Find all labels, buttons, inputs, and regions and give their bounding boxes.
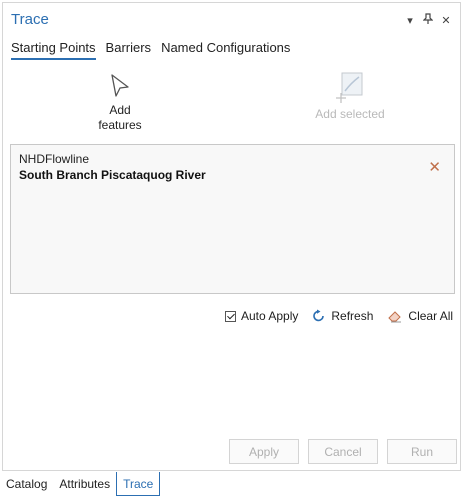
tab-strip: Starting Points Barriers Named Configura… bbox=[11, 40, 290, 60]
auto-apply-checkbox[interactable]: Auto Apply bbox=[225, 309, 298, 323]
tab-trace[interactable]: Trace bbox=[116, 472, 161, 496]
pane-controls: ▾ ✕ bbox=[404, 13, 452, 27]
feature-name: South Branch Piscataquog River bbox=[19, 168, 206, 182]
pin-icon[interactable] bbox=[422, 13, 434, 27]
cancel-button[interactable]: Cancel bbox=[308, 439, 378, 464]
pane-title: Trace bbox=[11, 11, 49, 28]
run-button[interactable]: Run bbox=[387, 439, 457, 464]
add-selected-icon bbox=[336, 72, 363, 103]
auto-apply-label: Auto Apply bbox=[241, 309, 299, 323]
tab-attributes[interactable]: Attributes bbox=[53, 473, 116, 495]
starting-points-list: NHDFlowline South Branch Piscataquog Riv… bbox=[10, 144, 455, 294]
apply-button[interactable]: Apply bbox=[229, 439, 299, 464]
remove-icon[interactable]: ✕ bbox=[428, 158, 441, 176]
tab-named-configurations[interactable]: Named Configurations bbox=[161, 40, 290, 60]
add-features-button[interactable]: Add features bbox=[83, 73, 157, 133]
add-selected-button[interactable]: Add selected bbox=[307, 71, 393, 122]
chevron-down-icon[interactable]: ▾ bbox=[404, 14, 416, 27]
bottom-tab-strip: Catalog Attributes Trace bbox=[0, 472, 465, 499]
add-selected-label: Add selected bbox=[315, 107, 385, 121]
tab-starting-points[interactable]: Starting Points bbox=[11, 40, 96, 60]
layer-name: NHDFlowline bbox=[19, 152, 90, 166]
tab-barriers[interactable]: Barriers bbox=[106, 40, 152, 60]
options-row: Auto Apply Refresh Clear All bbox=[225, 309, 453, 323]
clear-all-label: Clear All bbox=[408, 309, 454, 323]
tab-catalog[interactable]: Catalog bbox=[0, 473, 53, 495]
list-item[interactable]: NHDFlowline South Branch Piscataquog Riv… bbox=[19, 151, 206, 183]
add-features-label-1: Add bbox=[109, 103, 131, 117]
checkbox-checked-icon[interactable] bbox=[225, 310, 236, 322]
trace-pane: Trace ▾ ✕ Starting Points Barriers Named… bbox=[2, 2, 461, 471]
eraser-icon bbox=[388, 311, 402, 323]
refresh-button[interactable]: Refresh bbox=[312, 309, 373, 323]
cursor-arrow-icon bbox=[111, 74, 129, 97]
refresh-label: Refresh bbox=[331, 309, 374, 323]
clear-all-button[interactable]: Clear All bbox=[387, 309, 453, 323]
close-icon[interactable]: ✕ bbox=[440, 14, 452, 27]
add-features-label-2: features bbox=[98, 118, 142, 132]
refresh-icon bbox=[313, 309, 325, 322]
